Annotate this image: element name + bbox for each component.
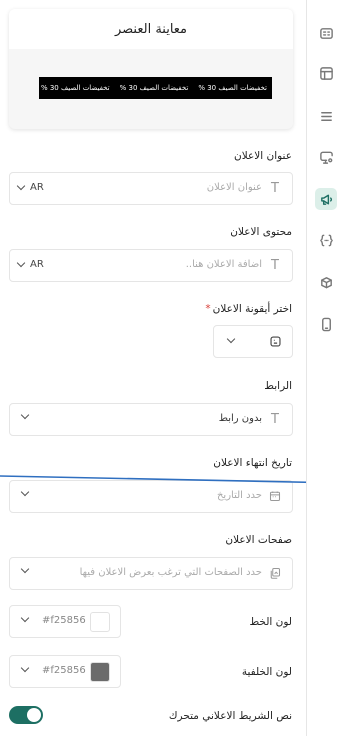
background-color-swatch xyxy=(90,662,110,682)
ad-content-label: محتوى الاعلان xyxy=(230,226,292,238)
toggle-knob xyxy=(27,708,41,722)
required-mark: * xyxy=(205,303,211,315)
chevron-down-icon xyxy=(20,663,30,673)
element-preview-card: معاينة العنصر تخفيضات الصيف 30 % تخفيضات… xyxy=(9,9,293,129)
ad-title-label: عنوان الاعلان xyxy=(234,150,292,162)
background-color-hex: #f25856 xyxy=(42,665,86,676)
text-type-icon: T xyxy=(271,180,279,196)
settings-screen-icon[interactable] xyxy=(315,146,337,168)
badge-icon xyxy=(270,336,281,347)
chevron-down-icon xyxy=(20,487,30,497)
box-icon[interactable] xyxy=(315,271,337,293)
ad-content-input[interactable]: T اضافة الاعلان هنا.. AR xyxy=(9,249,293,282)
text-type-icon: T xyxy=(271,411,279,427)
chevron-down-icon xyxy=(226,334,236,344)
chevron-down-icon xyxy=(16,258,26,268)
ad-icon-select[interactable] xyxy=(213,325,293,358)
language-select[interactable]: AR xyxy=(16,181,44,193)
chevron-down-icon xyxy=(20,613,30,623)
link-label: الرابط xyxy=(264,380,292,392)
chevron-down-icon xyxy=(16,181,26,191)
marquee-text: تخفيضات الصيف 30 % xyxy=(198,84,267,92)
list-icon[interactable] xyxy=(315,105,337,127)
ad-icon-label-text: اختر أيقونة الاعلان xyxy=(212,303,292,315)
expiry-date-picker[interactable]: حدد التاريخ xyxy=(9,480,293,513)
language-select[interactable]: AR xyxy=(16,258,44,270)
chevron-down-icon xyxy=(20,564,30,574)
ad-icon-label: اختر أيقونة الاعلان* xyxy=(205,303,292,315)
font-color-hex: #f25856 xyxy=(42,615,86,626)
animated-bar-label: نص الشريط الاعلاني متحرك xyxy=(168,710,292,722)
code-braces-icon[interactable] xyxy=(315,229,337,251)
font-color-swatch xyxy=(90,612,110,632)
preview-title: معاينة العنصر xyxy=(9,9,293,49)
pages-icon xyxy=(268,566,282,580)
layout-icon[interactable] xyxy=(315,62,337,84)
chevron-down-icon xyxy=(20,410,30,420)
expiry-date-label: تاريخ انتهاء الاعلان xyxy=(213,457,292,469)
language-code: AR xyxy=(30,259,44,270)
card-icon[interactable] xyxy=(315,22,337,44)
ad-content-placeholder: اضافة الاعلان هنا.. xyxy=(185,259,262,270)
marquee-text: تخفيضات الصيف 30 % xyxy=(119,84,189,92)
link-select[interactable]: T بدون رابط xyxy=(9,403,293,436)
calendar-icon xyxy=(268,489,282,503)
ad-pages-select[interactable]: حدد الصفحات التي ترغب بعرض الاعلان فيها xyxy=(9,557,293,590)
font-color-picker[interactable]: #f25856 xyxy=(9,605,121,638)
ad-title-input[interactable]: T عنوان الاعلان AR xyxy=(9,172,293,205)
marquee-text: تخفيضات الصيف 30 % xyxy=(40,84,110,92)
expiry-date-placeholder: حدد التاريخ xyxy=(216,490,262,501)
sidebar-rail xyxy=(306,0,342,736)
text-type-icon: T xyxy=(271,257,279,273)
ad-title-placeholder: عنوان الاعلان xyxy=(206,182,262,193)
ad-pages-label: صفحات الاعلان xyxy=(225,534,292,546)
phone-icon[interactable] xyxy=(315,313,337,335)
link-value: بدون رابط xyxy=(218,413,262,424)
animated-bar-toggle[interactable] xyxy=(9,706,43,724)
background-color-label: لون الخلفية xyxy=(241,666,292,678)
language-code: AR xyxy=(30,182,44,193)
settings-panel: معاينة العنصر تخفيضات الصيف 30 % تخفيضات… xyxy=(0,0,306,736)
background-color-picker[interactable]: #f25856 xyxy=(9,655,121,688)
ad-pages-placeholder: حدد الصفحات التي ترغب بعرض الاعلان فيها xyxy=(79,567,262,578)
announcement-bar-preview: تخفيضات الصيف 30 % تخفيضات الصيف 30 % تخ… xyxy=(39,77,272,99)
font-color-label: لون الخط xyxy=(249,616,292,628)
megaphone-icon[interactable] xyxy=(315,188,337,210)
